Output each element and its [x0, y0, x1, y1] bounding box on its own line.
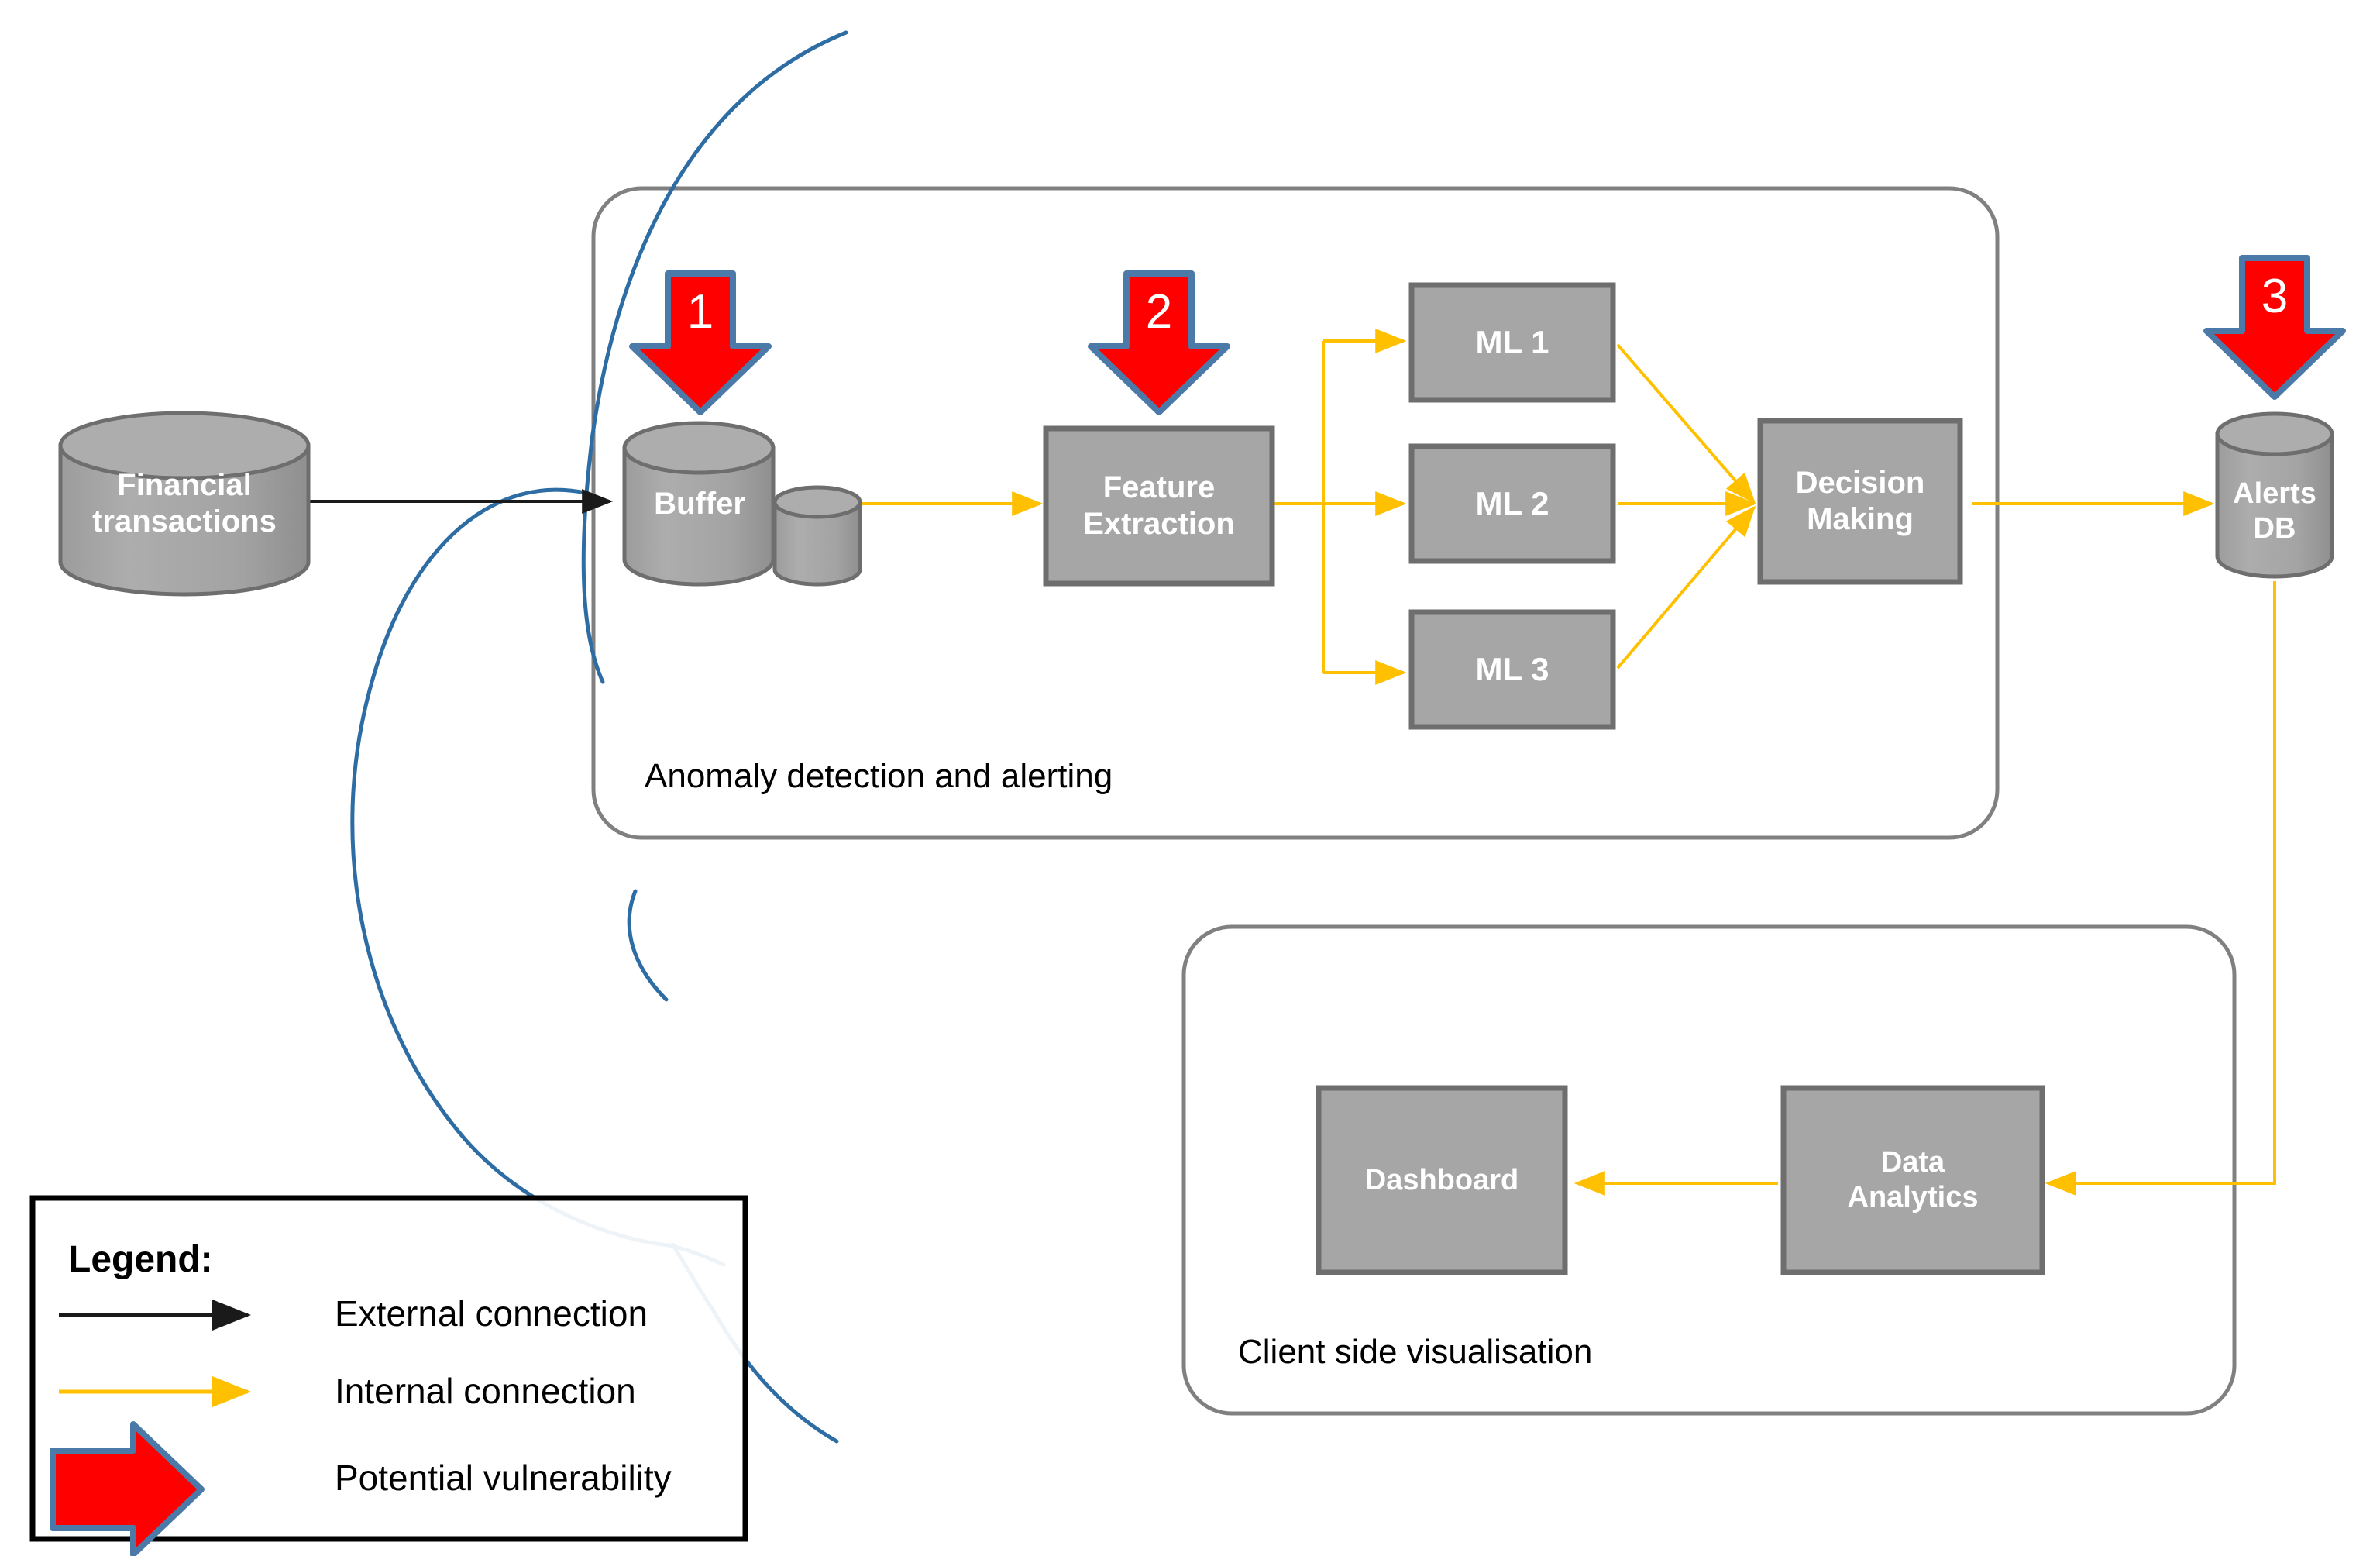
vulnerability-marker-2-icon[interactable] [1088, 270, 1230, 415]
node-ml1[interactable] [1408, 282, 1616, 403]
group-anomaly-detection-label: Anomaly detection and alerting [645, 757, 1113, 795]
edge-alerts-db-to-data-analytics [2045, 581, 2276, 1196]
edge-ml3-to-decision [1616, 505, 1756, 670]
legend-item-external-label: External connection [335, 1293, 648, 1334]
node-data-analytics[interactable] [1780, 1085, 2045, 1275]
node-ml2[interactable] [1408, 443, 1616, 564]
legend-item-internal-label: Internal connection [335, 1371, 636, 1411]
edge-feature-extraction-to-ml-group [1268, 329, 1407, 685]
edge-ml-to-decision-group [1616, 343, 1757, 670]
node-decision-making[interactable] [1757, 418, 1963, 585]
edge-ml1-to-decision [1616, 343, 1756, 504]
node-buffer-secondary [772, 485, 862, 587]
vulnerability-marker-1-icon[interactable] [629, 270, 772, 415]
group-client-side-label: Client side visualisation [1238, 1333, 1593, 1371]
vulnerability-marker-3-icon[interactable] [2203, 255, 2346, 400]
node-feature-extraction[interactable] [1043, 425, 1275, 587]
legend-item-vulnerability-label: Potential vulnerability [335, 1458, 672, 1498]
node-ml3[interactable] [1408, 609, 1616, 730]
overlay-curve-large [350, 487, 676, 1248]
node-financial-transactions[interactable] [58, 411, 311, 597]
legend-title: Legend: [68, 1239, 213, 1280]
node-alerts-db[interactable] [2215, 411, 2334, 579]
diagram-canvas: Financial transactions Buffer Feature Ex… [0, 0, 2380, 1556]
node-buffer[interactable] [622, 421, 862, 587]
node-dashboard[interactable] [1316, 1085, 1568, 1275]
overlay-curve-right [627, 889, 669, 1002]
